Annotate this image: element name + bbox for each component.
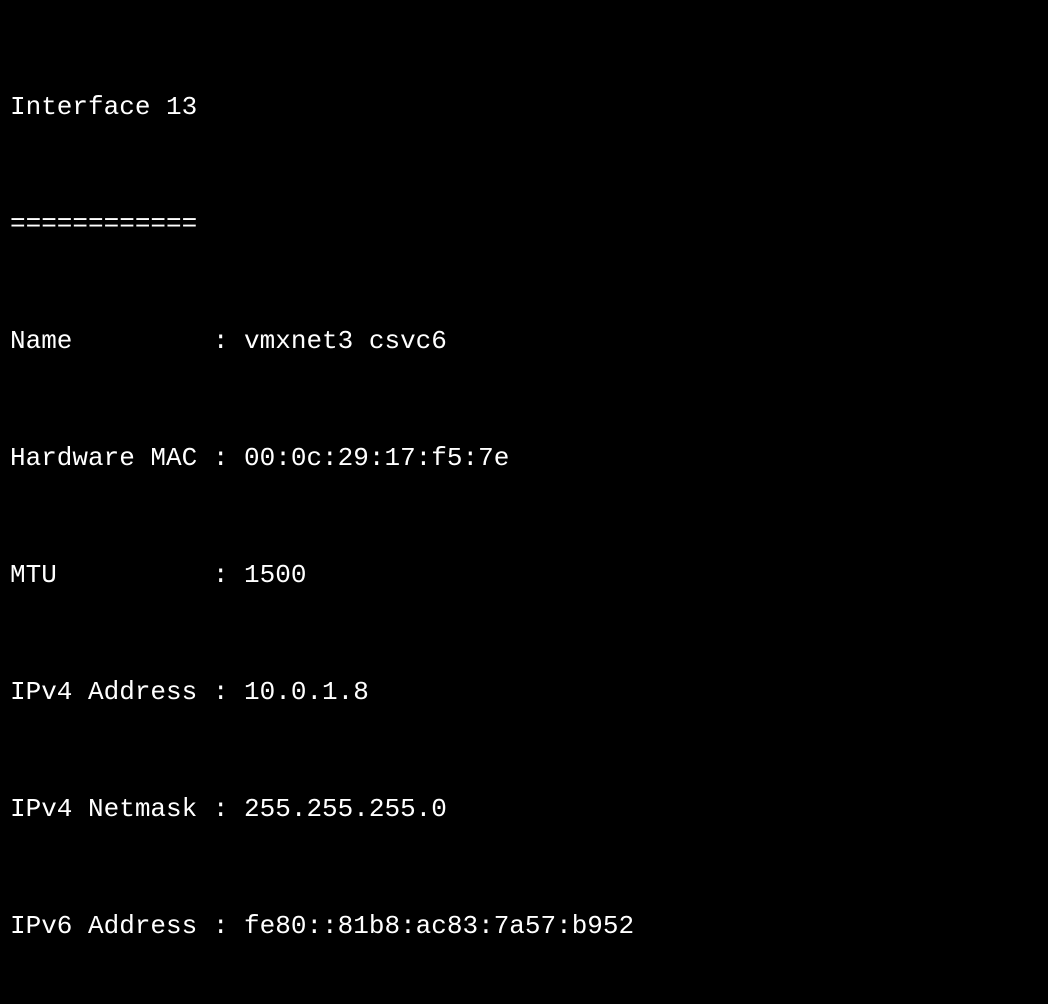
field-ipv4-netmask: IPv4 Netmask : 255.255.255.0 bbox=[10, 790, 1038, 829]
field-hardware-mac: Hardware MAC : 00:0c:29:17:f5:7e bbox=[10, 439, 1038, 478]
terminal-output[interactable]: Interface 13 ============ Name : vmxnet3… bbox=[10, 10, 1038, 1004]
field-ipv6-address: IPv6 Address : fe80::81b8:ac83:7a57:b952 bbox=[10, 907, 1038, 946]
field-name: Name : vmxnet3 csvc6 bbox=[10, 322, 1038, 361]
field-mtu: MTU : 1500 bbox=[10, 556, 1038, 595]
interface-header: Interface 13 bbox=[10, 88, 1038, 127]
interface-divider: ============ bbox=[10, 205, 1038, 244]
field-ipv4-address: IPv4 Address : 10.0.1.8 bbox=[10, 673, 1038, 712]
